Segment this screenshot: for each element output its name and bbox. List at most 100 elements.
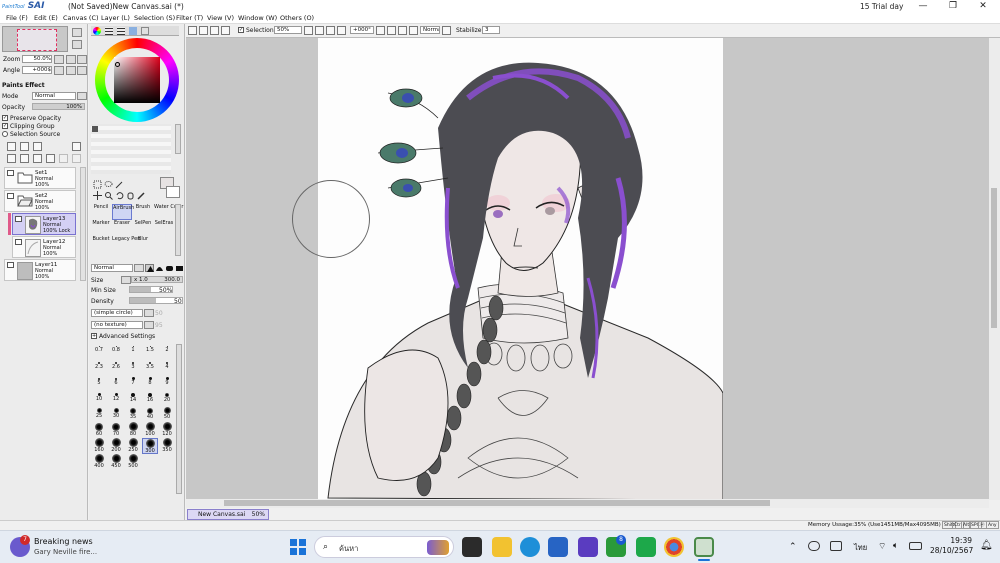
brush-mode-dropdown-icon[interactable]	[134, 264, 144, 272]
tool-pencil[interactable]: Pencil	[91, 204, 111, 220]
menu-view[interactable]: View (V)	[207, 14, 234, 22]
brush-size-preset[interactable]: 120	[159, 422, 175, 438]
brush-shape-select[interactable]: (simple circle)	[91, 309, 143, 317]
brush-size-preset[interactable]: 2.6	[108, 358, 124, 374]
news-title[interactable]: Breaking news	[34, 537, 93, 546]
layer-item-layer11[interactable]: Layer11 Normal 100%	[4, 259, 76, 281]
stabilizer-select[interactable]: 3	[482, 26, 500, 34]
brush-size-preset[interactable]: 40	[142, 406, 158, 422]
wifi-icon[interactable]: ⌔	[878, 541, 886, 552]
edge-hard-icon[interactable]	[145, 264, 154, 272]
deselect-icon[interactable]	[210, 26, 219, 35]
edge-medium-icon[interactable]	[155, 264, 164, 272]
rotate-right-icon[interactable]	[387, 26, 396, 35]
zoom-reset-button[interactable]	[77, 55, 87, 64]
redo-icon[interactable]	[199, 26, 208, 35]
color-wheel-tab-icon[interactable]	[93, 27, 101, 35]
chrome-icon[interactable]	[664, 537, 684, 557]
toolbar-zoom-out-icon[interactable]	[304, 26, 313, 35]
apply-mask-icon[interactable]	[59, 154, 68, 163]
zoom-tool-icon[interactable]	[104, 191, 113, 200]
layer-scrollbar[interactable]	[80, 167, 86, 281]
battery-icon[interactable]	[909, 542, 922, 550]
brush-size-slider[interactable]: x 1.0 300.0	[131, 276, 183, 283]
menu-selection[interactable]: Selection (S)	[134, 14, 175, 22]
size-lock-icon[interactable]	[121, 276, 131, 284]
brush-mode-select[interactable]: Normal	[91, 264, 133, 272]
selection-source-radio[interactable]	[2, 131, 8, 137]
tool-legacy-pen[interactable]: Legacy Pen	[112, 236, 140, 252]
tool-selpen[interactable]: SelPen	[133, 220, 153, 236]
magic-wand-icon[interactable]	[115, 180, 124, 189]
maximize-button[interactable]: ❐	[938, 0, 968, 12]
eye-icon[interactable]	[7, 170, 14, 176]
brush-size-preset[interactable]: 14	[125, 390, 141, 406]
swatches-tab-icon[interactable]	[129, 27, 137, 35]
taskbar-clock[interactable]: 19:39 28/10/2567	[930, 536, 973, 556]
paint-tool-sai-taskbar-icon[interactable]	[694, 537, 714, 557]
toolbar-angle-field[interactable]: +000°	[350, 26, 374, 34]
brush-size-preset[interactable]: 6	[108, 374, 124, 390]
brush-texture-dropdown-icon[interactable]	[144, 321, 154, 329]
photos-icon[interactable]	[578, 537, 598, 557]
brush-size-preset[interactable]: 25	[91, 406, 107, 422]
color-picker-cursor[interactable]	[115, 62, 120, 67]
lasso-icon[interactable]	[104, 180, 113, 189]
paint-effect-header[interactable]: Paints Effect	[2, 82, 45, 89]
brush-size-preset[interactable]: 30	[108, 406, 124, 422]
move-icon[interactable]	[93, 191, 102, 200]
hand-icon[interactable]	[126, 191, 135, 200]
preserve-opacity-checkbox[interactable]: ✓	[2, 115, 8, 121]
edge-browser-icon[interactable]	[520, 537, 540, 557]
menu-others[interactable]: Others (O)	[280, 14, 314, 22]
transfer-down-icon[interactable]	[20, 154, 29, 163]
brush-size-preset[interactable]: 3	[125, 358, 141, 374]
document-tab[interactable]: New Canvas.sai 50%	[187, 509, 269, 520]
menu-layer[interactable]: Layer (L)	[101, 14, 130, 22]
layer-item-set1[interactable]: Set1 Normal 100%	[4, 167, 76, 189]
merge-down-icon[interactable]	[33, 154, 42, 163]
brush-size-preset[interactable]: 100	[142, 422, 158, 438]
rgb-slider-tab-icon[interactable]	[105, 27, 113, 35]
secondary-color-swatch[interactable]	[166, 186, 180, 198]
menu-file[interactable]: File (F)	[6, 14, 28, 22]
brush-size-preset[interactable]: 2	[159, 342, 175, 358]
tool-empty[interactable]	[154, 236, 174, 252]
brush-size-preset[interactable]: 450	[108, 454, 124, 470]
task-view-icon[interactable]	[462, 537, 482, 557]
zoom-minus-button[interactable]	[54, 55, 64, 64]
monitor-icon[interactable]	[830, 541, 842, 551]
brush-size-preset[interactable]: 20	[159, 390, 175, 406]
eye-icon[interactable]	[7, 193, 14, 199]
tool-marker[interactable]: Marker	[91, 220, 111, 236]
edge-soft-icon[interactable]	[165, 264, 174, 272]
brush-size-preset[interactable]: 5	[91, 374, 107, 390]
brush-size-preset[interactable]: 16	[142, 390, 158, 406]
brush-size-preset[interactable]: 350	[159, 438, 175, 454]
navigator-zoom-in-button[interactable]	[72, 28, 82, 37]
brush-size-preset[interactable]: 200	[108, 438, 124, 454]
swatch-scrollbar[interactable]	[175, 124, 181, 154]
clipping-group-checkbox[interactable]: ✓	[2, 123, 8, 129]
swatch-palette[interactable]	[91, 124, 171, 174]
brush-size-preset[interactable]: 1.5	[142, 342, 158, 358]
copy-layer-icon[interactable]	[7, 154, 16, 163]
scratchpad-tab-icon[interactable]	[141, 27, 149, 35]
notification-bell-icon[interactable]: 🔔︎	[980, 540, 993, 551]
new-folder-icon[interactable]	[33, 142, 42, 151]
brush-size-preset[interactable]: 0.7	[91, 342, 107, 358]
tool-blur[interactable]: Blur	[133, 236, 153, 252]
brush-size-preset[interactable]: 80	[125, 422, 141, 438]
rotate-left-icon[interactable]	[376, 26, 385, 35]
tool-bucket[interactable]: Bucket	[91, 236, 111, 252]
eyedropper-icon[interactable]	[137, 191, 146, 200]
zoom-plus-button[interactable]	[66, 55, 76, 64]
brush-size-preset[interactable]: 250	[125, 438, 141, 454]
flip-horizontal-icon[interactable]	[409, 26, 418, 35]
zoom-field[interactable]: 50.0%	[22, 55, 52, 63]
brush-texture-select[interactable]: (no texture)	[91, 321, 143, 329]
swatch-selected[interactable]	[92, 126, 98, 132]
tray-chevron-icon[interactable]: ⌃	[789, 542, 797, 552]
taskbar-search-box[interactable]: ⌕ ค้นหา	[314, 536, 454, 558]
brush-size-preset[interactable]: 300	[142, 438, 158, 454]
